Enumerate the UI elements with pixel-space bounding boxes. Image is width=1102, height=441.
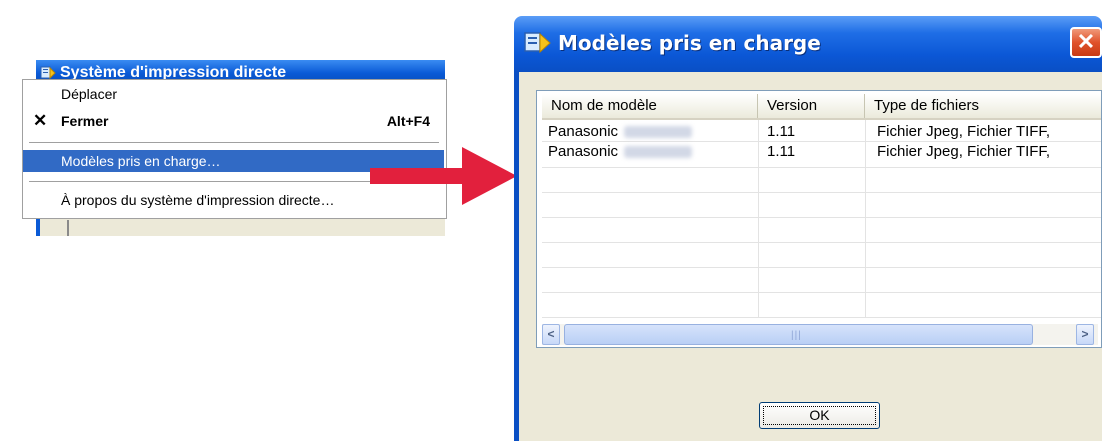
file-types-cell: Fichier Jpeg, Fichier TIFF, [877, 143, 1051, 160]
model-name: Panasonic [548, 143, 619, 160]
dialog-frame [514, 72, 519, 441]
table-row[interactable]: Panasonic 1.11 Fichier Jpeg, Fichier TIF… [542, 122, 1101, 142]
redacted-model-number [624, 126, 693, 139]
model-name: Panasonic [548, 123, 619, 140]
close-window-icon[interactable]: ✕ [1070, 27, 1102, 58]
grid-line [542, 317, 1101, 318]
grid-line [542, 267, 1101, 268]
table-row[interactable]: Panasonic 1.11 Fichier Jpeg, Fichier TIF… [542, 142, 1101, 162]
model-cell: Panasonic [542, 122, 758, 142]
column-header-version[interactable]: Version [758, 94, 865, 118]
grip-icon: ||| [791, 330, 802, 341]
ok-button[interactable]: OK [759, 402, 880, 429]
grid-line [542, 217, 1101, 218]
grid-line [542, 167, 1101, 168]
grid-line [542, 192, 1101, 193]
model-cell: Panasonic [542, 142, 758, 162]
list-header: Nom de modèle Version Type de fichiers [542, 94, 1101, 120]
dialog-title: Modèles pris en charge [558, 31, 821, 55]
grid-line [542, 292, 1101, 293]
app-icon [524, 32, 551, 54]
dialog-body: Nom de modèle Version Type de fichiers P… [514, 72, 1102, 441]
version-cell: 1.11 [767, 123, 796, 140]
file-types-cell: Fichier Jpeg, Fichier TIFF, [877, 123, 1051, 140]
dialog-title-bar[interactable]: Modèles pris en charge ✕ [514, 16, 1102, 72]
horizontal-scrollbar[interactable]: < ||| > [542, 324, 1098, 345]
scroll-right-icon[interactable]: > [1076, 324, 1094, 345]
redacted-model-number [624, 146, 693, 159]
ok-button-label: OK [809, 407, 830, 423]
models-list[interactable]: Nom de modèle Version Type de fichiers P… [536, 90, 1102, 348]
scrollbar-thumb[interactable]: ||| [564, 324, 1033, 345]
column-header-file-types[interactable]: Type de fichiers [865, 94, 1101, 118]
grid-line [542, 242, 1101, 243]
scroll-left-icon[interactable]: < [542, 324, 560, 345]
supported-models-dialog: Modèles pris en charge ✕ Nom de modèle V… [514, 16, 1102, 441]
version-cell: 1.11 [767, 143, 796, 160]
column-header-model[interactable]: Nom de modèle [542, 94, 758, 118]
